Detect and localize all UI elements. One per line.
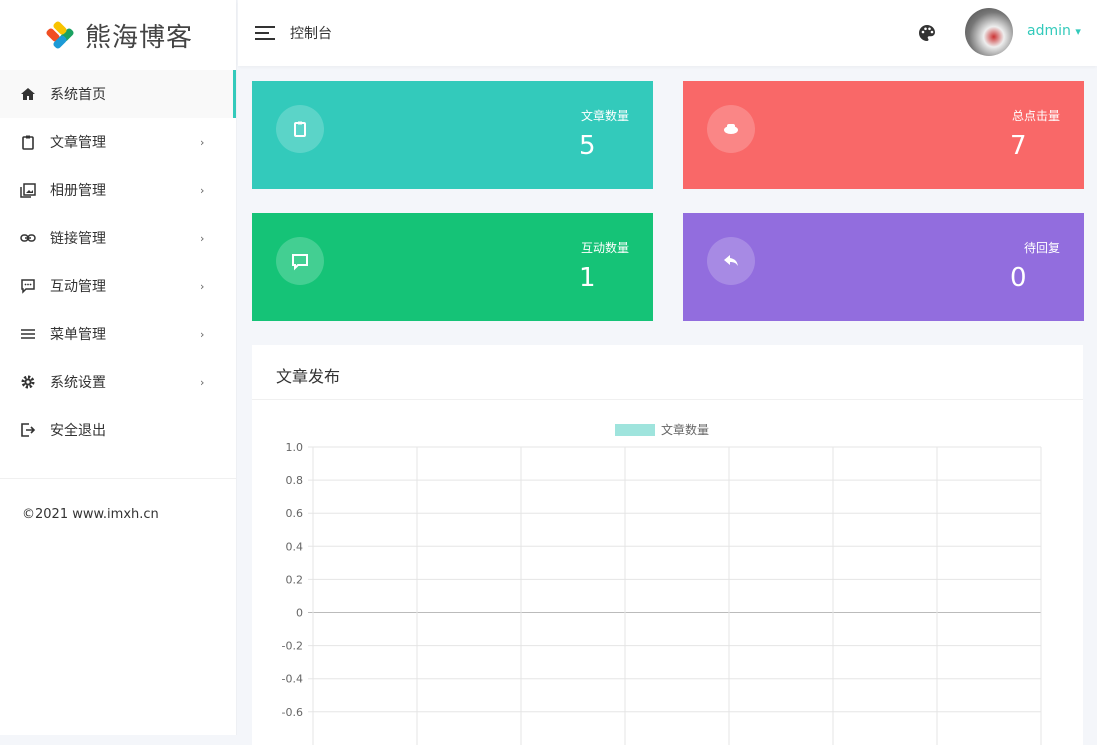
stat-label: 待回复 bbox=[1023, 241, 1060, 255]
clipboard-icon bbox=[276, 105, 324, 153]
sidebar-item-0[interactable]: 系统首页 bbox=[0, 70, 236, 118]
y-tick-label: -0.4 bbox=[282, 673, 303, 686]
top-header: 控制台 admin ▾ bbox=[238, 0, 1097, 66]
logo-icon bbox=[46, 21, 74, 49]
logout-icon bbox=[21, 423, 36, 437]
sidebar-item-3[interactable]: 链接管理 › bbox=[0, 214, 236, 262]
comment-icon bbox=[21, 279, 35, 294]
article-publish-panel: 文章发布 1.0 0.8 0.6 0.4 0.2 0 -0.2 -0.4 -0.6 文章数量 bbox=[252, 345, 1083, 745]
stat-card: 文章数量 5 bbox=[252, 81, 653, 189]
y-tick-label: -0.2 bbox=[282, 640, 303, 653]
stat-value: 0 bbox=[1010, 263, 1027, 293]
stat-value: 7 bbox=[1010, 131, 1027, 161]
caret-down-icon: ▾ bbox=[1075, 25, 1081, 38]
username: admin bbox=[1027, 23, 1071, 39]
panel-title: 文章发布 bbox=[252, 345, 1083, 400]
y-tick-label: -0.6 bbox=[282, 706, 303, 719]
chevron-right-icon: › bbox=[200, 375, 205, 389]
article-chart: 1.0 0.8 0.6 0.4 0.2 0 -0.2 -0.4 -0.6 文章数量 bbox=[282, 422, 1042, 745]
sidebar-item-label: 菜单管理 bbox=[50, 327, 106, 343]
clipboard-icon bbox=[22, 135, 34, 150]
chevron-right-icon: › bbox=[200, 279, 205, 293]
sidebar-item-label: 系统设置 bbox=[50, 375, 106, 391]
y-tick-label: 0 bbox=[296, 607, 303, 620]
y-tick-label: 1.0 bbox=[286, 441, 304, 454]
footer-copyright: ©2021 www.imxh.cn bbox=[0, 478, 236, 550]
palette-icon[interactable] bbox=[918, 24, 936, 42]
sidebar-item-4[interactable]: 互动管理 › bbox=[0, 262, 236, 310]
stat-value: 5 bbox=[579, 131, 596, 161]
menu-toggle-icon[interactable] bbox=[255, 22, 275, 44]
logo-text: 熊海博客 bbox=[84, 22, 193, 53]
stat-label: 互动数量 bbox=[580, 241, 629, 255]
chevron-right-icon: › bbox=[200, 327, 205, 341]
chevron-right-icon: › bbox=[200, 135, 205, 149]
sidebar-item-label: 安全退出 bbox=[50, 423, 106, 439]
image-icon bbox=[20, 183, 36, 198]
sidebar-item-6[interactable]: 系统设置 › bbox=[0, 358, 236, 406]
sidebar-item-2[interactable]: 相册管理 › bbox=[0, 166, 236, 214]
y-tick-label: 0.2 bbox=[286, 573, 304, 586]
stat-card: 待回复 0 bbox=[683, 213, 1084, 321]
sofa-icon bbox=[707, 105, 755, 153]
y-tick-label: 0.4 bbox=[286, 540, 304, 553]
comment-icon bbox=[276, 237, 324, 285]
sidebar-item-label: 文章管理 bbox=[50, 135, 106, 151]
sidebar-item-1[interactable]: 文章管理 › bbox=[0, 118, 236, 166]
sidebar-item-label: 系统首页 bbox=[50, 87, 106, 103]
chevron-right-icon: › bbox=[200, 231, 205, 245]
sidebar-item-label: 链接管理 bbox=[50, 231, 106, 247]
y-tick-label: 0.6 bbox=[286, 507, 304, 520]
logo[interactable]: 熊海博客 bbox=[0, 0, 236, 70]
menu-icon bbox=[21, 329, 35, 339]
sidebar: 熊海博客 系统首页文章管理 › 相册管理 › 链接管理 › 互动管理 › 菜单管理 › 系统设置 › 安… bbox=[0, 0, 237, 735]
stat-label: 文章数量 bbox=[580, 109, 629, 123]
sidebar-item-label: 互动管理 bbox=[50, 279, 106, 295]
stat-card: 互动数量 1 bbox=[252, 213, 653, 321]
user-menu[interactable]: admin ▾ bbox=[1027, 23, 1081, 39]
reply-icon bbox=[707, 237, 755, 285]
sidebar-item-5[interactable]: 菜单管理 › bbox=[0, 310, 236, 358]
link-icon bbox=[20, 234, 36, 242]
stat-card: 总点击量 7 bbox=[683, 81, 1084, 189]
legend-swatch bbox=[615, 424, 655, 436]
home-icon bbox=[21, 88, 35, 100]
stat-label: 总点击量 bbox=[1011, 109, 1060, 123]
avatar[interactable] bbox=[965, 8, 1013, 56]
gear-icon bbox=[21, 375, 35, 389]
chevron-right-icon: › bbox=[200, 183, 205, 197]
y-tick-label: 0.8 bbox=[286, 474, 304, 487]
legend-label: 文章数量 bbox=[661, 422, 709, 437]
sidebar-item-7[interactable]: 安全退出 bbox=[0, 406, 236, 454]
sidebar-item-label: 相册管理 bbox=[50, 183, 106, 199]
stat-value: 1 bbox=[579, 263, 596, 293]
page-title: 控制台 bbox=[290, 26, 332, 42]
